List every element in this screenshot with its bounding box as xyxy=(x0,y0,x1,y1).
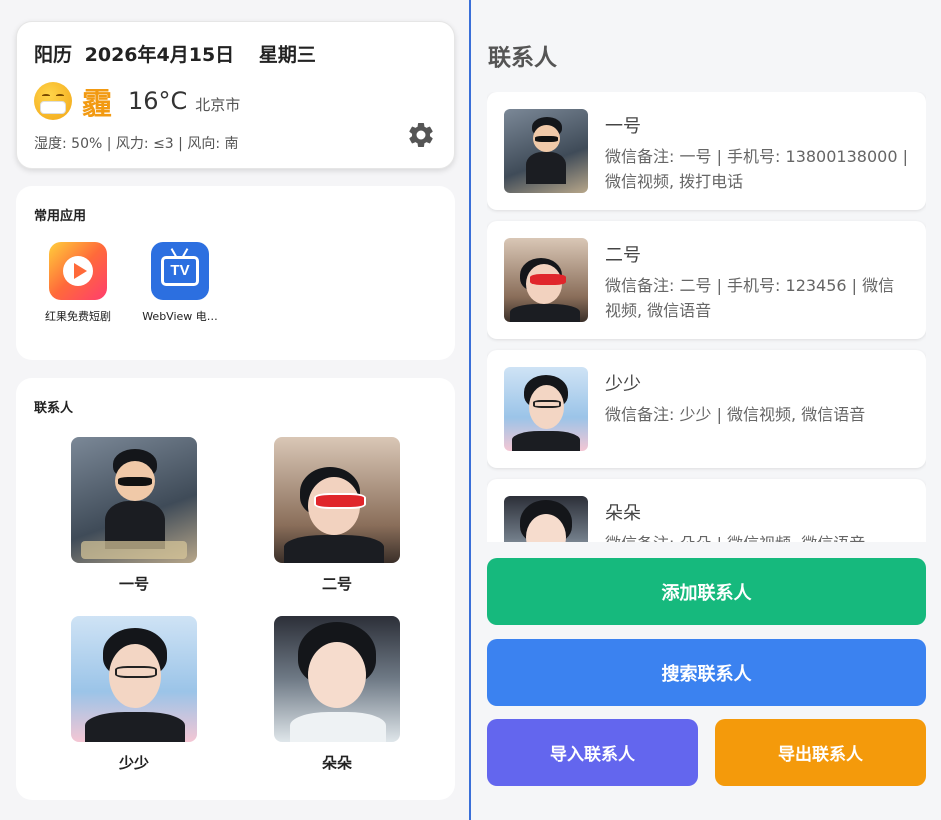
avatar xyxy=(504,367,588,451)
contacts-screen: 联系人 一号 微信备注: 一号 | 手机号: 13800138000 | 微信视… xyxy=(471,0,941,820)
app-label: 红果免费短剧 xyxy=(45,310,111,323)
contact-name: 少少 xyxy=(605,374,641,395)
contact-tile-2[interactable]: 二号 xyxy=(274,437,400,594)
app-hongguo[interactable]: 红果免费短剧 xyxy=(30,242,126,324)
contacts-grid-card: 联系人 一号 二号 少少 朵朵 xyxy=(16,378,455,800)
list-item[interactable]: 一号 微信备注: 一号 | 手机号: 13800138000 | 微信视频, 拨… xyxy=(487,92,926,210)
list-item[interactable]: 二号 微信备注: 二号 | 手机号: 123456 | 微信视频, 微信语音 xyxy=(487,221,926,339)
search-contact-button[interactable]: 搜索联系人 xyxy=(487,639,926,706)
contact-desc: 微信备注: 少少 | 微信视频, 微信语音 xyxy=(605,405,866,424)
hongguo-play-icon xyxy=(49,242,107,300)
contact-desc: 微信备注: 二号 | 手机号: 123456 | 微信视频, 微信语音 xyxy=(605,276,895,320)
contact-name: 一号 xyxy=(605,116,641,137)
import-contact-button[interactable]: 导入联系人 xyxy=(487,719,698,786)
contact-tile-1[interactable]: 一号 xyxy=(71,437,197,594)
avatar xyxy=(274,437,400,563)
contact-name: 二号 xyxy=(321,575,352,593)
contact-name: 二号 xyxy=(605,245,641,266)
weather-stats: 湿度: 50% | 风力: ≤3 | 风向: 南 xyxy=(34,136,239,152)
weather-row: 霾 16°C 北京市 xyxy=(34,80,240,122)
apps-section-title: 常用应用 xyxy=(34,209,87,224)
avatar xyxy=(504,109,588,193)
app-label: WebView 电… xyxy=(142,310,218,323)
weather-condition: 霾 xyxy=(82,87,112,122)
calendar-type: 阳历 xyxy=(34,44,73,66)
date-line: 阳历 2026年4月15日 星期三 xyxy=(34,40,322,67)
temperature: 16°C xyxy=(128,87,188,115)
add-contact-button[interactable]: 添加联系人 xyxy=(487,558,926,625)
date-text: 2026年4月15日 xyxy=(84,44,235,66)
contact-desc: 微信备注: 一号 | 手机号: 13800138000 | 微信视频, 拨打电话 xyxy=(605,147,908,191)
contact-name: 朵朵 xyxy=(605,503,641,524)
avatar xyxy=(274,616,400,742)
page-title: 联系人 xyxy=(488,45,557,71)
weekday-text: 星期三 xyxy=(258,44,316,66)
contact-list[interactable]: 一号 微信备注: 一号 | 手机号: 13800138000 | 微信视频, 拨… xyxy=(487,92,926,542)
export-contact-button[interactable]: 导出联系人 xyxy=(715,719,926,786)
contact-tile-3[interactable]: 少少 xyxy=(71,616,197,773)
contact-tile-4[interactable]: 朵朵 xyxy=(274,616,400,773)
city-name: 北京市 xyxy=(195,95,241,114)
contact-name: 朵朵 xyxy=(321,754,352,772)
avatar xyxy=(71,437,197,563)
contact-name: 一号 xyxy=(118,575,149,593)
home-screen: 阳历 2026年4月15日 星期三 霾 16°C 北京市 湿度: 50% | 风… xyxy=(0,0,469,820)
tv-icon: TV xyxy=(151,242,209,300)
weather-card[interactable]: 阳历 2026年4月15日 星期三 霾 16°C 北京市 湿度: 50% | 风… xyxy=(16,21,455,169)
avatar xyxy=(504,238,588,322)
masked-face-icon xyxy=(34,82,72,120)
avatar xyxy=(504,496,588,542)
avatar xyxy=(71,616,197,742)
list-item[interactable]: 朵朵 微信备注: 朵朵 | 微信视频, 微信语音 xyxy=(487,479,926,542)
common-apps-card: 常用应用 红果免费短剧 TV WebView 电… xyxy=(16,186,455,360)
app-webview-tv[interactable]: TV WebView 电… xyxy=(132,242,228,324)
contact-desc: 微信备注: 朵朵 | 微信视频, 微信语音 xyxy=(605,531,910,542)
list-item[interactable]: 少少 微信备注: 少少 | 微信视频, 微信语音 xyxy=(487,350,926,468)
contacts-section-title: 联系人 xyxy=(34,401,74,416)
contact-name: 少少 xyxy=(118,754,149,772)
gear-icon[interactable] xyxy=(406,120,436,150)
